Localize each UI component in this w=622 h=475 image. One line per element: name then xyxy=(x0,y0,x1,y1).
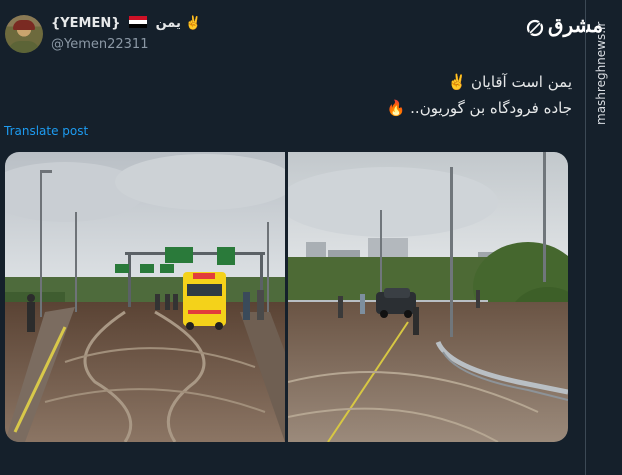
photo-right[interactable] xyxy=(288,152,568,442)
author-name-suffix: یمن ✌️ xyxy=(155,16,202,31)
author-name-prefix: {YEMEN} xyxy=(51,16,121,31)
side-divider xyxy=(585,0,586,475)
media-grid xyxy=(5,152,568,442)
brand-logo-icon xyxy=(526,19,544,37)
avatar-cap xyxy=(13,20,35,30)
muddy-road-image xyxy=(288,152,568,442)
tweet-text-line-2: جاده فرودگاه بن گوریون.. 🔥 xyxy=(386,99,572,117)
side-url: mashreghnews.ir xyxy=(594,21,608,125)
photo-left[interactable] xyxy=(5,152,285,442)
ambulance xyxy=(183,272,226,326)
translate-post-link[interactable]: Translate post xyxy=(4,124,88,138)
tweet-text-line-1: یمن است آقایان ✌️ xyxy=(447,73,572,91)
author-handle[interactable]: @Yemen22311 xyxy=(51,37,148,52)
yemen-flag-icon xyxy=(129,16,148,28)
highway-ambulance-image xyxy=(5,152,285,442)
footer-spacer xyxy=(0,463,585,475)
highway-sign xyxy=(165,247,193,263)
avatar[interactable] xyxy=(5,15,43,53)
author-display-name[interactable]: {YEMEN} یمن ✌️ xyxy=(51,16,202,31)
avatar-body xyxy=(8,41,40,53)
highway-sign xyxy=(217,247,235,265)
